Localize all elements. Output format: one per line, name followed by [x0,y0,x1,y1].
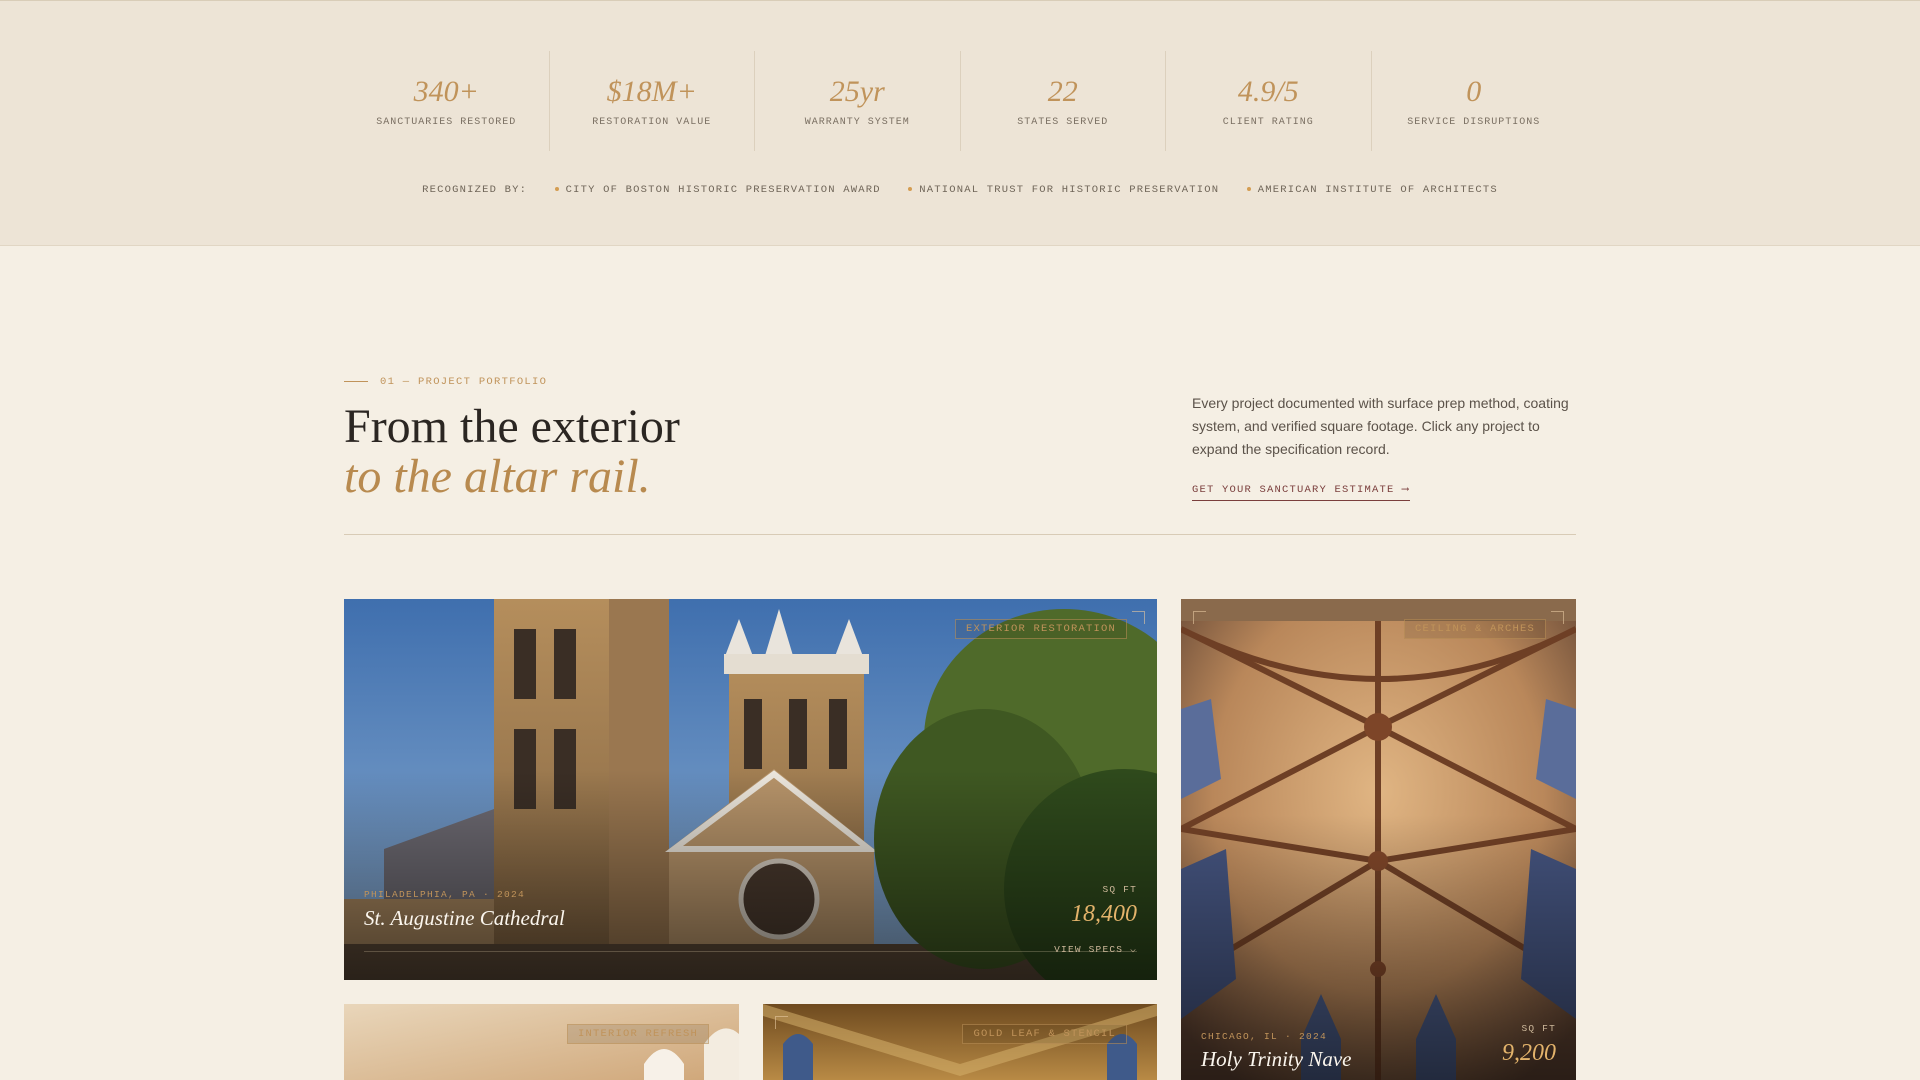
stat-states: 22 STATES SERVED [959,51,1166,151]
corner-mark [1551,611,1564,624]
stat-warranty: 25yr WARRANTY SYSTEM [754,51,960,151]
stat-value: $18M+ [606,75,697,108]
eyebrow-label: 01 — PROJECT PORTFOLIO [380,376,548,388]
stat-disruptions: 0 SERVICE DISRUPTIONS [1370,51,1577,151]
project-location: PHILADELPHIA, PA · 2024 [364,889,526,900]
sqft-label: SQ FT [1521,1023,1556,1034]
project-card-st-augustine[interactable]: EXTERIOR RESTORATION PHILADELPHIA, PA · … [344,599,1157,980]
project-location: CHICAGO, IL · 2024 [1201,1031,1328,1042]
stats-band: 340+ SANCTUARIES RESTORED $18M+ RESTORAT… [0,0,1920,246]
project-title: St. Augustine Cathedral [364,906,565,930]
award-label: CITY OF BOSTON HISTORIC PRESERVATION AWA… [565,184,881,196]
stat-sanctuaries: 340+ SANCTUARIES RESTORED [344,51,549,151]
stat-value: 22 [1047,75,1078,108]
recognized-by: RECOGNIZED BY: CITY OF BOSTON HISTORIC P… [0,184,1920,197]
award-item: NATIONAL TRUST FOR HISTORIC PRESERVATION [908,184,1219,196]
stat-label: SERVICE DISRUPTIONS [1407,117,1541,128]
project-card-gold-leaf[interactable]: GOLD LEAF & STENCIL [763,1004,1157,1080]
sqft-value: 18,400 [1071,901,1137,927]
stat-value: 0 [1466,75,1482,108]
card-rule [364,951,1137,952]
view-specs-link[interactable]: VIEW SPECS ⌵ [1054,944,1137,955]
stat-label: WARRANTY SYSTEM [804,117,910,128]
category-tag: GOLD LEAF & STENCIL [962,1024,1127,1044]
category-tag: INTERIOR REFRESH [566,1024,709,1044]
stat-rating: 4.9/5 CLIENT RATING [1165,51,1371,151]
award-label: AMERICAN INSTITUTE OF ARCHITECTS [1257,184,1498,196]
sqft-value: 9,200 [1502,1040,1556,1066]
stat-label: STATES SERVED [1017,117,1109,128]
project-card-holy-trinity[interactable]: CEILING & ARCHES CHICAGO, IL · 2024 Holy… [1181,599,1576,1080]
project-title: Holy Trinity Nave [1201,1047,1352,1071]
recognized-label: RECOGNIZED BY: [422,184,528,196]
category-tag: EXTERIOR RESTORATION [954,619,1127,639]
award-label: NATIONAL TRUST FOR HISTORIC PRESERVATION [919,184,1220,196]
section-intro: Every project documented with surface pr… [1192,395,1569,457]
stat-restoration-value: $18M+ RESTORATION VALUE [548,51,755,151]
sqft-label: SQ FT [1102,884,1137,895]
get-estimate-link[interactable]: GET YOUR SANCTUARY ESTIMATE ⟶ [1192,483,1410,501]
corner-mark [775,1016,788,1029]
stat-value: 25yr [829,75,885,108]
stat-label: SANCTUARIES RESTORED [376,117,517,128]
corner-mark [1132,611,1145,624]
stat-value: 340+ [413,75,479,108]
eyebrow-rule [344,380,368,382]
stat-value: 4.9/5 [1237,75,1299,108]
stats-row: 340+ SANCTUARIES RESTORED $18M+ RESTORAT… [344,51,1576,151]
award-item: CITY OF BOSTON HISTORIC PRESERVATION AWA… [554,184,881,196]
bullet-dot-icon [554,187,559,192]
stat-label: CLIENT RATING [1222,117,1314,128]
project-card-interior-refresh[interactable]: INTERIOR REFRESH [344,1004,739,1080]
headline-line-1: From the exterior [344,400,680,453]
bullet-dot-icon [1246,187,1251,192]
card-shade [344,770,1157,980]
section-eyebrow: 01 — PROJECT PORTFOLIO [344,376,547,388]
category-tag: CEILING & ARCHES [1403,619,1546,639]
stat-label: RESTORATION VALUE [592,117,712,128]
headline-line-2: to the altar rail. [344,450,651,503]
section-divider [344,534,1576,535]
corner-mark [1193,611,1206,624]
award-item: AMERICAN INSTITUTE OF ARCHITECTS [1246,184,1498,196]
bullet-dot-icon [908,187,913,192]
